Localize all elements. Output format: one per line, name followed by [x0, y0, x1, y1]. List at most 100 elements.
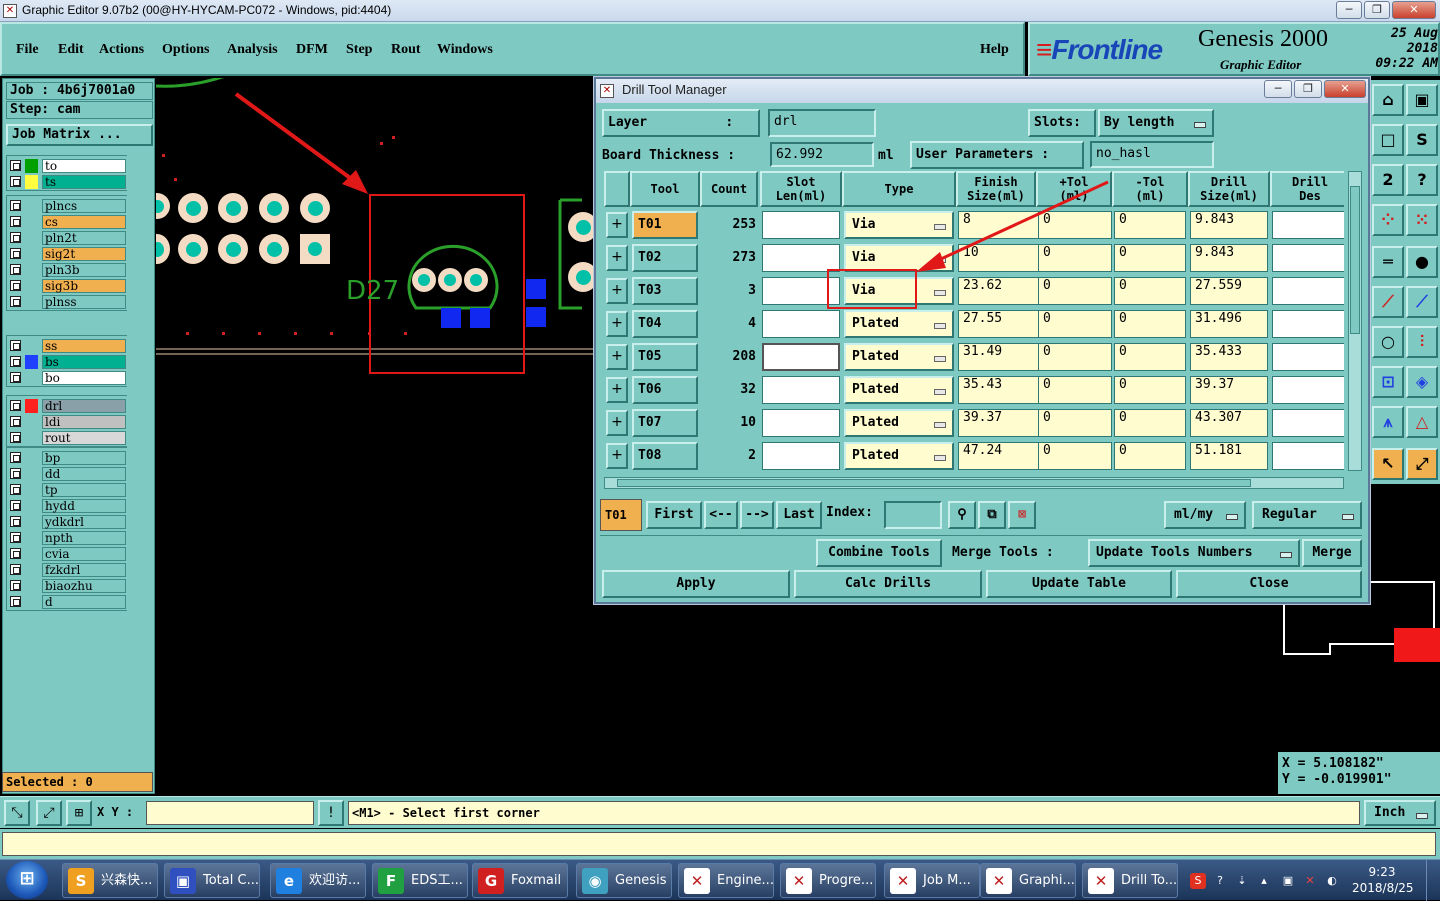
- tool-window-icon[interactable]: ▣: [1406, 84, 1438, 116]
- tool-name[interactable]: T06: [632, 376, 698, 404]
- search-icon[interactable]: ⚲: [948, 501, 976, 529]
- show-desktop-button[interactable]: [1426, 860, 1440, 901]
- tool-two-icon[interactable]: 2: [1372, 164, 1404, 196]
- column-header-type[interactable]: Type: [842, 171, 956, 207]
- tool-name[interactable]: T05: [632, 343, 698, 371]
- layer-checkbox[interactable]: [10, 216, 21, 227]
- taskbar-item[interactable]: ✕ Progre...: [780, 863, 876, 898]
- layer-row-ldi[interactable]: ldi: [7, 414, 127, 430]
- minus-tol-input[interactable]: 0: [1114, 376, 1186, 404]
- layer-name[interactable]: pln3b: [42, 263, 126, 277]
- index-input[interactable]: [884, 501, 942, 529]
- vertical-scroll-thumb[interactable]: [1350, 186, 1360, 334]
- dialog-maximize-button[interactable]: ❐: [1294, 80, 1322, 98]
- drill-size-input[interactable]: 27.559: [1190, 277, 1268, 305]
- mode-dropdown[interactable]: Regular: [1252, 501, 1362, 529]
- plus-tol-input[interactable]: 0: [1038, 442, 1112, 470]
- type-dropdown[interactable]: Plated: [844, 409, 954, 437]
- layer-checkbox[interactable]: [10, 160, 21, 171]
- expand-row-icon[interactable]: +: [606, 410, 628, 436]
- prev-button[interactable]: <--: [704, 501, 738, 529]
- tool-connect-icon[interactable]: ⟋: [1406, 286, 1438, 318]
- layer-name[interactable]: tp: [42, 483, 126, 497]
- column-header-drill-size[interactable]: Drill Size(ml): [1188, 171, 1270, 207]
- column-header-minus-tol[interactable]: -Tol (ml): [1112, 171, 1188, 207]
- plus-tol-input[interactable]: 0: [1038, 376, 1112, 404]
- slot-length-input[interactable]: [762, 343, 840, 371]
- tool-name[interactable]: T01: [632, 211, 698, 239]
- layer-input[interactable]: drl: [768, 109, 876, 137]
- taskbar-item[interactable]: ▣ Total C...: [164, 863, 260, 898]
- tool-home-icon[interactable]: ⌂: [1372, 84, 1404, 116]
- vertical-scrollbar[interactable]: [1348, 171, 1362, 471]
- expand-row-icon[interactable]: +: [606, 443, 628, 469]
- plus-tol-input[interactable]: 0: [1038, 211, 1112, 239]
- layer-checkbox[interactable]: [10, 176, 21, 187]
- maximize-button[interactable]: ❐: [1364, 1, 1390, 19]
- column-header-count[interactable]: Count: [700, 171, 758, 207]
- menu-file[interactable]: File: [16, 42, 39, 58]
- tool-triangle-icon[interactable]: △: [1406, 406, 1438, 438]
- tray-up-icon[interactable]: ▴: [1256, 873, 1272, 889]
- next-button[interactable]: -->: [740, 501, 774, 529]
- user-parameters-input[interactable]: no_hasl: [1090, 141, 1214, 168]
- layer-row-fzkdrl[interactable]: fzkdrl: [7, 562, 127, 578]
- calc-drills-button[interactable]: Calc Drills: [794, 570, 982, 598]
- layer-checkbox[interactable]: [10, 580, 21, 591]
- type-dropdown[interactable]: Via: [844, 244, 954, 272]
- layer-row-to[interactable]: to: [7, 158, 127, 174]
- tool-align-icon[interactable]: ⫶: [1406, 326, 1438, 358]
- mini-map[interactable]: [1280, 580, 1440, 750]
- tray-flag-icon[interactable]: ✕: [1302, 873, 1318, 889]
- layer-name[interactable]: plnss: [42, 295, 126, 309]
- layer-checkbox[interactable]: [10, 372, 21, 383]
- layer-name[interactable]: cvia: [42, 547, 126, 561]
- layer-row-tp[interactable]: tp: [7, 482, 127, 498]
- layer-checkbox[interactable]: [10, 484, 21, 495]
- layer-name[interactable]: d: [42, 595, 126, 609]
- slot-length-input[interactable]: [762, 244, 840, 272]
- alert-icon[interactable]: !: [318, 800, 344, 826]
- drill-size-input[interactable]: 35.433: [1190, 343, 1268, 371]
- tool-help-icon[interactable]: ?: [1406, 164, 1438, 196]
- layer-row-drl[interactable]: drl: [7, 398, 127, 414]
- drill-des-input[interactable]: [1272, 343, 1344, 371]
- layer-checkbox[interactable]: [10, 452, 21, 463]
- layer-row-bo[interactable]: bo: [7, 370, 127, 386]
- tool-snake-icon[interactable]: S: [1406, 124, 1438, 156]
- slot-length-input[interactable]: [762, 409, 840, 437]
- tool-circle-icon[interactable]: ○: [1372, 326, 1404, 358]
- drill-des-input[interactable]: [1272, 442, 1344, 470]
- last-button[interactable]: Last: [776, 501, 822, 529]
- apply-button[interactable]: Apply: [602, 570, 790, 598]
- tool-shapes-icon[interactable]: ◈: [1406, 366, 1438, 398]
- taskbar-item[interactable]: ✕ Engine...: [678, 863, 774, 898]
- layer-name[interactable]: hydd: [42, 499, 126, 513]
- expand-row-icon[interactable]: +: [606, 311, 628, 337]
- layer-checkbox[interactable]: [10, 340, 21, 351]
- slots-dropdown[interactable]: By length: [1098, 109, 1214, 137]
- plus-tol-input[interactable]: 0: [1038, 310, 1112, 338]
- slot-length-input[interactable]: [762, 211, 840, 239]
- layer-row-sig2t[interactable]: sig2t: [7, 246, 127, 262]
- menu-analysis[interactable]: Analysis: [227, 42, 278, 58]
- tool-arc-icon[interactable]: ⩚: [1372, 406, 1404, 438]
- taskbar-item[interactable]: G Foxmail: [472, 863, 568, 898]
- drill-size-input[interactable]: 9.843: [1190, 211, 1268, 239]
- layer-name[interactable]: ydkdrl: [42, 515, 126, 529]
- close-window-button[interactable]: ✕: [1392, 1, 1436, 19]
- menu-help[interactable]: Help: [980, 42, 1009, 58]
- layer-row-ydkdrl[interactable]: ydkdrl: [7, 514, 127, 530]
- slot-length-input[interactable]: [762, 376, 840, 404]
- menu-dfm[interactable]: DFM: [296, 42, 328, 58]
- taskbar-item[interactable]: S 兴森快...: [62, 863, 158, 898]
- drill-des-input[interactable]: [1272, 376, 1344, 404]
- expand-row-icon[interactable]: +: [606, 278, 628, 304]
- board-thickness-input[interactable]: 62.992: [770, 142, 874, 167]
- minus-tol-input[interactable]: 0: [1114, 343, 1186, 371]
- tray-sound-icon[interactable]: ◐: [1324, 873, 1340, 889]
- expand-row-icon[interactable]: +: [606, 245, 628, 271]
- slot-length-input[interactable]: [762, 310, 840, 338]
- layer-row-npth[interactable]: npth: [7, 530, 127, 546]
- layer-name[interactable]: rout: [42, 431, 126, 445]
